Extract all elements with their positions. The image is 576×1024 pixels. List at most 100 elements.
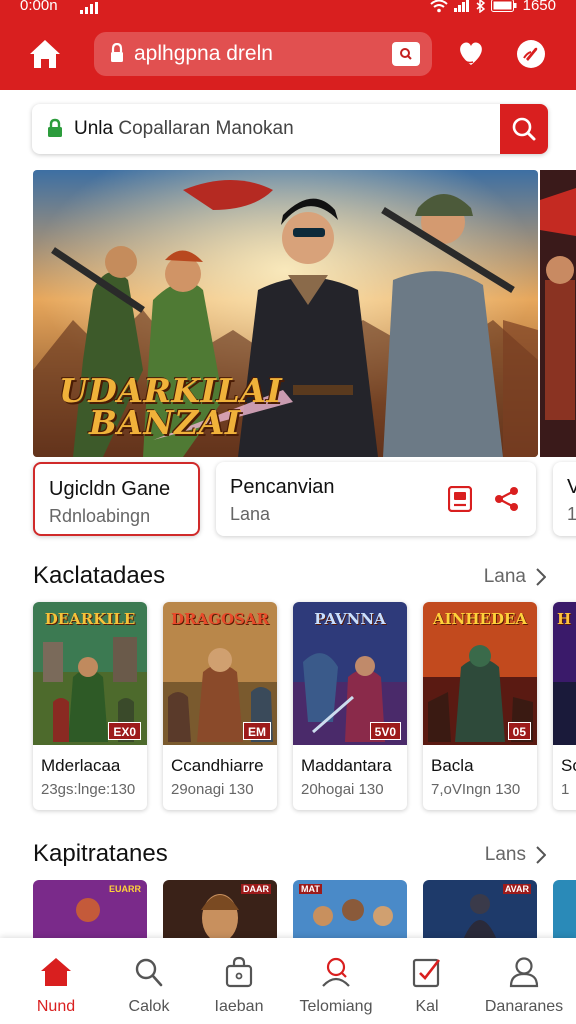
game-tile[interactable]: MAT: [293, 880, 407, 940]
game-meta: 1: [561, 781, 570, 798]
game-tile[interactable]: DEARKILE EX0 Mderlacaa 23gs:lnge:130: [33, 602, 147, 810]
bluetooth-icon: [476, 0, 485, 13]
app-screen: 0:00n 1650 aplhgpna dreln Unla Copallara…: [0, 0, 576, 1024]
game-tile-partial[interactable]: [553, 880, 576, 940]
game-logo: PAVNNA: [314, 610, 386, 628]
rating-badge: 5V0: [369, 722, 401, 740]
nav-item-home[interactable]: Nund: [6, 938, 106, 1024]
nav-item-tasks[interactable]: Kal: [377, 938, 477, 1024]
heart-icon: [460, 42, 482, 65]
game-logo: EUARR: [108, 884, 141, 894]
search-text: Copallaran Manokan: [118, 118, 294, 139]
save-icon[interactable]: [448, 486, 472, 512]
nav-item-bag[interactable]: Iaeban: [189, 938, 289, 1024]
search-icon: [135, 958, 163, 987]
share-icon[interactable]: [494, 486, 520, 512]
hero-card-subtitle: Lana: [230, 504, 271, 524]
game-name: Bacla: [431, 756, 474, 775]
game-name: Maddantara: [301, 756, 392, 775]
secure-lock-icon: [48, 118, 62, 137]
game-tile[interactable]: DRAGOSAR EM Ccandhiarre 29onagi 130: [163, 602, 277, 810]
search-field[interactable]: Unla Copallaran Manokan: [32, 104, 548, 154]
game-logo: AINHEDEA: [432, 610, 528, 628]
game-meta: 7,oVIngn 130: [431, 781, 521, 798]
search-query: Unla Copallaran Manokan: [74, 118, 294, 140]
top-app-bar: 0:00n 1650 aplhgpna dreln: [0, 0, 576, 90]
game-name: Ccandhiarre: [171, 756, 264, 775]
section-title: Kapitratanes: [33, 840, 168, 867]
hero-card-title: V: [567, 476, 576, 498]
game-tile[interactable]: AVAR: [423, 880, 537, 940]
game-tile[interactable]: AINHEDEA 05 Bacla 7,oVIngn 130: [423, 602, 537, 810]
section-more-label: Lans: [484, 844, 526, 865]
nav-item-account[interactable]: Danaranes: [474, 938, 574, 1024]
nav-label: Nund: [36, 998, 76, 1015]
rating-badge: EM: [243, 722, 271, 740]
section-more-link[interactable]: Lana: [484, 566, 546, 588]
section-more-label: Lana: [483, 566, 526, 587]
search-button[interactable]: [500, 104, 548, 154]
hero-card-selected[interactable]: Ugicldn Gane Rdnloabingn: [33, 462, 200, 536]
game-tile-partial[interactable]: H So 1: [553, 602, 576, 810]
hero-card-subtitle: 1: [567, 504, 576, 524]
nav-label: Telomiang: [299, 998, 373, 1015]
game-cover: [553, 880, 576, 940]
game-meta: 20hogai 130: [301, 781, 384, 798]
game-tile[interactable]: PAVNNA 5V0 Maddantara 20hogai 130: [293, 602, 407, 810]
hero-card-title: Ugicldn Gane: [49, 478, 171, 500]
profile-pin-icon: [322, 957, 350, 987]
game-meta: 29onagi 130: [171, 781, 254, 798]
tab-search-icon: [400, 48, 412, 60]
address-bar[interactable]: aplhgpna dreln: [94, 32, 432, 76]
nav-label: Iaeban: [214, 998, 264, 1015]
home-icon: [30, 40, 60, 68]
nav-label: Calok: [128, 998, 170, 1015]
search-prefix: Unla: [74, 118, 114, 139]
game-logo: H: [557, 610, 572, 628]
hero-card-title: Pencanvian: [230, 476, 335, 498]
status-right: 1650: [429, 0, 556, 14]
status-bar: 0:00n 1650: [0, 0, 576, 20]
tabs-button[interactable]: [392, 42, 420, 66]
hero-card[interactable]: Pencanvian Lana: [216, 462, 536, 536]
home-button[interactable]: [28, 38, 62, 70]
hero-card-partial[interactable]: V 1: [553, 462, 576, 536]
game-meta: 23gs:lnge:130: [41, 781, 136, 798]
bag-icon: [225, 956, 253, 988]
game-tile[interactable]: EUARR: [33, 880, 147, 940]
hero-banner[interactable]: UDARKILAI BANZAI: [33, 170, 538, 457]
section-title: Kaclatadaes: [33, 562, 166, 589]
chevron-right-icon: [536, 568, 546, 586]
boost-button[interactable]: [515, 38, 547, 75]
lock-icon: [111, 43, 123, 62]
nav-item-profile[interactable]: Telomiang: [286, 938, 386, 1024]
game-logo: DAAR: [241, 884, 271, 894]
wifi-icon: [429, 0, 448, 12]
game-name: So: [561, 756, 576, 775]
rocket-icon: [517, 40, 545, 68]
hero-banner-next[interactable]: [540, 170, 576, 457]
game-logo: AVAR: [502, 884, 531, 894]
game-tile[interactable]: DAAR: [163, 880, 277, 940]
section-more-link[interactable]: Lans: [485, 844, 546, 866]
status-clock: 1650: [522, 0, 556, 14]
search-icon: [512, 117, 536, 141]
signal-bars-icon: [80, 1, 98, 18]
hero-card-subtitle: Rdnloabingn: [49, 506, 151, 526]
chevron-right-icon: [536, 846, 546, 864]
nav-item-search[interactable]: Calok: [99, 938, 199, 1024]
url-text: aplhgpna dreln: [134, 42, 273, 65]
game-logo: MAT: [299, 884, 322, 894]
checklist-icon: [412, 958, 441, 988]
hero-title: UDARKILAI BANZAI: [59, 374, 282, 439]
game-logo: DEARKILE: [44, 610, 136, 628]
favorites-button[interactable]: [456, 38, 486, 73]
user-icon: [509, 957, 539, 988]
game-logo: DRAGOSAR: [171, 610, 269, 628]
rating-badge: EX0: [108, 722, 141, 740]
home-icon: [41, 958, 71, 986]
nav-label: Kal: [415, 998, 439, 1015]
status-time: 0:00n: [20, 0, 58, 14]
hero-next-artwork: [540, 170, 576, 457]
game-name: Mderlacaa: [41, 756, 121, 775]
